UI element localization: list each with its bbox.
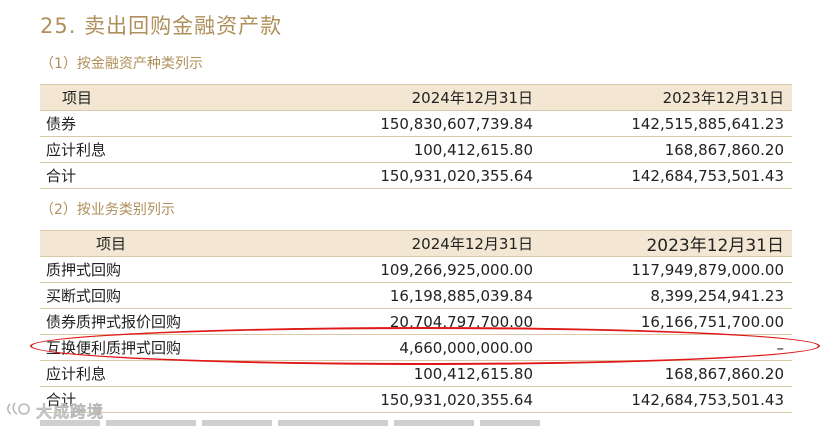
value-2024: 20,704,797,700.00: [290, 308, 541, 335]
value-2024: 150,931,020,355.64: [290, 386, 541, 413]
row-label: 互换便利质押式回购: [40, 334, 290, 361]
cut-off-text-line: [40, 420, 560, 426]
value-2023: 16,166,751,700.00: [541, 308, 792, 335]
value-2023: 142,515,885,641.23: [541, 110, 792, 137]
table-row: 应计利息 100,412,615.80 168,867,860.20: [40, 360, 792, 387]
table-row: 债券 150,830,607,739.84 142,515,885,641.23: [40, 110, 792, 137]
table-row: 合计 150,931,020,355.64 142,684,753,501.43: [40, 162, 792, 189]
table-row-highlighted: 互换便利质押式回购 4,660,000,000.00 –: [40, 334, 792, 361]
watermark: 大成跨境: [6, 398, 104, 422]
value-2024: 150,931,020,355.64: [290, 162, 541, 189]
value-2023: 142,684,753,501.43: [541, 386, 792, 413]
table-header-row: 项目 2024年12月31日 2023年12月31日: [40, 230, 792, 257]
value-2024: 16,198,885,039.84: [290, 282, 541, 309]
table-row: 合计 150,931,020,355.64 142,684,753,501.43: [40, 386, 792, 413]
section-title: 25. 卖出回购金融资产款: [40, 14, 283, 38]
subtitle-by-business-type: （2）按业务类别列示: [40, 202, 175, 218]
value-2023: 117,949,879,000.00: [541, 256, 792, 283]
row-label: 买断式回购: [40, 282, 290, 309]
table-header-row: 项目 2024年12月31日 2023年12月31日: [40, 84, 792, 111]
value-2024: 150,830,607,739.84: [290, 110, 541, 137]
table-row: 债券质押式报价回购 20,704,797,700.00 16,166,751,7…: [40, 308, 792, 335]
value-2023: 168,867,860.20: [541, 360, 792, 387]
row-label: 应计利息: [40, 360, 290, 387]
row-label: 质押式回购: [40, 256, 290, 283]
watermark-text: 大成跨境: [35, 402, 105, 422]
row-label: 应计利息: [40, 136, 290, 163]
table-row: 质押式回购 109,266,925,000.00 117,949,879,000…: [40, 256, 792, 283]
subtitle-by-asset-type: （1）按金融资产种类列示: [40, 56, 203, 72]
value-2024: 4,660,000,000.00: [290, 334, 541, 361]
value-2023: 142,684,753,501.43: [541, 162, 792, 189]
header-2024: 2024年12月31日: [290, 230, 541, 257]
table-by-asset-type: 项目 2024年12月31日 2023年12月31日 债券 150,830,60…: [40, 84, 792, 189]
header-2023: 2023年12月31日: [541, 84, 792, 111]
row-label: 合计: [40, 162, 290, 189]
header-2023: 2023年12月31日: [541, 230, 792, 257]
header-item: 项目: [40, 230, 290, 257]
value-2023: –: [541, 334, 792, 361]
watermark-logo-icon: [6, 401, 36, 421]
value-2023: 168,867,860.20: [541, 136, 792, 163]
table-by-business-type: 项目 2024年12月31日 2023年12月31日 质押式回购 109,266…: [40, 230, 792, 413]
row-label: 债券质押式报价回购: [40, 308, 290, 335]
row-label: 债券: [40, 110, 290, 137]
table-row: 买断式回购 16,198,885,039.84 8,399,254,941.23: [40, 282, 792, 309]
value-2023: 8,399,254,941.23: [541, 282, 792, 309]
value-2024: 109,266,925,000.00: [290, 256, 541, 283]
value-2024: 100,412,615.80: [290, 136, 541, 163]
header-item: 项目: [40, 84, 290, 111]
table-row: 应计利息 100,412,615.80 168,867,860.20: [40, 136, 792, 163]
header-2024: 2024年12月31日: [290, 84, 541, 111]
value-2024: 100,412,615.80: [290, 360, 541, 387]
